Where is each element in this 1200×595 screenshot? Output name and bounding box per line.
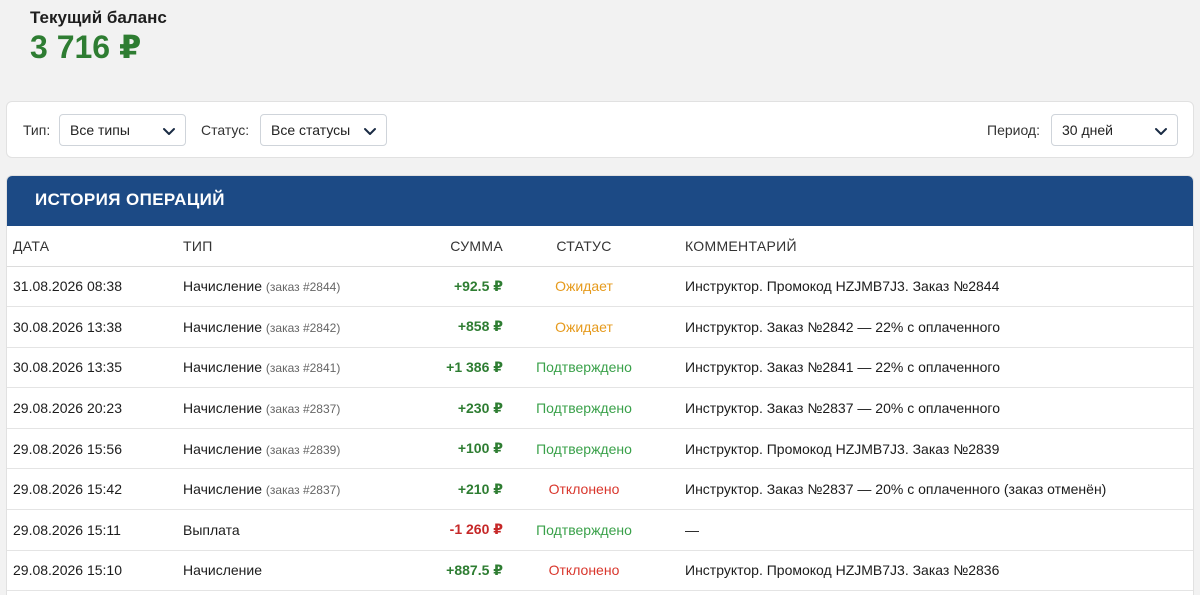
row-status: Подтверждено	[509, 428, 659, 470]
table-row[interactable]: 31.08.2026 08:38 Начисление (заказ #2844)…	[7, 266, 1193, 308]
row-date: 30.08.2026 13:38	[7, 306, 177, 348]
row-status: Подтверждено	[509, 387, 659, 429]
row-amount: +210 ₽	[347, 468, 509, 511]
balance-value: 3 716 ₽	[30, 29, 142, 65]
status-filter-label: Статус:	[201, 122, 250, 138]
row-comment: —	[659, 509, 1193, 551]
row-order-ref: (заказ #2842)	[265, 320, 341, 335]
row-status: Отклонено	[509, 550, 659, 592]
table-row[interactable]: 29.08.2026 15:10 Начисление +887.5 ₽ Откло…	[7, 550, 1193, 592]
row-type: Начисление	[183, 278, 262, 295]
row-amount: +887.5 ₽	[347, 550, 509, 592]
row-status: Подтверждено	[509, 509, 659, 551]
row-date: 30.08.2026 13:35	[7, 347, 177, 389]
table-row[interactable]: 29.08.2026 20:23 Начисление (заказ #2837)…	[7, 387, 1193, 429]
row-comment: Инструктор. Заказ №2841 — 22% с оплаченн…	[659, 347, 1193, 389]
row-comment: Инструктор. Заказ №2837 — 20% с оплаченн…	[659, 387, 1193, 429]
row-order-ref: (заказ #2841)	[265, 361, 341, 376]
row-status: Подтверждено	[509, 347, 659, 389]
type-filter-label: Тип:	[23, 122, 51, 138]
balance-label: Текущий баланс	[30, 8, 167, 27]
table-row[interactable]: 29.08.2026 15:42 Начисление (заказ #2837)…	[7, 468, 1193, 511]
row-order-ref: (заказ #2837)	[265, 402, 341, 417]
row-order-ref: (заказ #2844)	[265, 280, 341, 295]
row-comment: Инструктор. Промокод HZJMB7J3. Заказ №28…	[659, 550, 1193, 592]
status-filter-select[interactable]: Все статусы	[260, 114, 387, 146]
row-type-cell: Начисление (заказ #2839)	[177, 428, 347, 470]
row-comment: Инструктор. Заказ №2842 — 22% с оплаченн…	[659, 306, 1193, 348]
row-type-cell: Начисление (заказ #2837)	[177, 387, 347, 429]
row-type-cell: Выплата	[177, 509, 347, 551]
row-date: 29.08.2026 15:10	[7, 550, 177, 592]
row-status: Отклонено	[509, 468, 659, 511]
column-header-type[interactable]: ТИП	[177, 226, 347, 267]
table-row[interactable]: 29.08.2026 15:56 Начисление (заказ #2839)…	[7, 428, 1193, 470]
period-filter-value: 30 дней	[1062, 122, 1113, 138]
row-comment: Инструктор. Заказ №2837 — 20% с оплаченн…	[659, 468, 1193, 511]
row-type: Начисление	[183, 359, 262, 376]
row-type: Начисление	[183, 400, 262, 417]
chevron-down-icon	[1155, 128, 1167, 135]
row-status: Ожидает	[509, 306, 659, 348]
column-header-status[interactable]: СТАТУС	[509, 226, 659, 267]
period-filter-label: Период:	[987, 122, 1040, 138]
row-type: Выплата	[183, 521, 240, 538]
table-row[interactable]: 29.08.2026 15:11 Выплата -1 260 ₽ Подтверж…	[7, 509, 1193, 551]
row-order-ref: (заказ #2839)	[265, 442, 341, 457]
row-type: Начисление	[183, 440, 262, 457]
row-amount: -1 260 ₽	[347, 509, 509, 551]
row-amount: +230 ₽	[347, 387, 509, 429]
type-filter-value: Все типы	[70, 122, 130, 138]
row-comment: Инструктор. Промокод HZJMB7J3. Заказ №28…	[659, 266, 1193, 308]
history-table: ДАТА ТИП СУММА СТАТУС КОММЕНТАРИЙ 31.08.…	[7, 226, 1193, 592]
period-filter-select[interactable]: 30 дней	[1051, 114, 1178, 146]
row-amount: +1 386 ₽	[347, 347, 509, 389]
history-title: ИСТОРИЯ ОПЕРАЦИЙ	[7, 176, 1193, 226]
row-type-cell: Начисление	[177, 550, 347, 592]
row-date: 29.08.2026 20:23	[7, 387, 177, 429]
row-type: Начисление	[183, 562, 262, 579]
table-row[interactable]: 30.08.2026 13:35 Начисление (заказ #2841)…	[7, 347, 1193, 389]
table-row[interactable]: 30.08.2026 13:38 Начисление (заказ #2842)…	[7, 306, 1193, 348]
row-type-cell: Начисление (заказ #2841)	[177, 347, 347, 389]
row-date: 29.08.2026 15:42	[7, 468, 177, 511]
table-header-row: ДАТА ТИП СУММА СТАТУС КОММЕНТАРИЙ	[7, 226, 1193, 267]
row-date: 31.08.2026 08:38	[7, 266, 177, 308]
row-type-cell: Начисление (заказ #2844)	[177, 266, 347, 308]
chevron-down-icon	[364, 128, 376, 135]
chevron-down-icon	[163, 128, 175, 135]
row-order-ref: (заказ #2837)	[265, 483, 341, 498]
type-filter-select[interactable]: Все типы	[59, 114, 186, 146]
column-header-amount[interactable]: СУММА	[347, 226, 509, 267]
row-comment: Инструктор. Промокод HZJMB7J3. Заказ №28…	[659, 428, 1193, 470]
column-header-comment[interactable]: КОММЕНТАРИЙ	[659, 226, 1193, 267]
row-type: Начисление	[183, 481, 262, 498]
status-filter-value: Все статусы	[271, 122, 351, 138]
row-date: 29.08.2026 15:56	[7, 428, 177, 470]
row-amount: +100 ₽	[347, 428, 509, 470]
row-amount: +92.5 ₽	[347, 266, 509, 308]
column-header-date[interactable]: ДАТА	[7, 226, 177, 267]
row-type-cell: Начисление (заказ #2842)	[177, 306, 347, 348]
row-amount: +858 ₽	[347, 306, 509, 348]
row-type: Начисление	[183, 318, 262, 335]
history-panel: ИСТОРИЯ ОПЕРАЦИЙ ДАТА ТИП СУММА СТАТУС К…	[6, 175, 1194, 595]
row-date: 29.08.2026 15:11	[7, 509, 177, 551]
row-status: Ожидает	[509, 266, 659, 308]
filters-bar: Тип: Все типы Статус: Все статусы Период…	[6, 101, 1194, 158]
row-type-cell: Начисление (заказ #2837)	[177, 468, 347, 511]
